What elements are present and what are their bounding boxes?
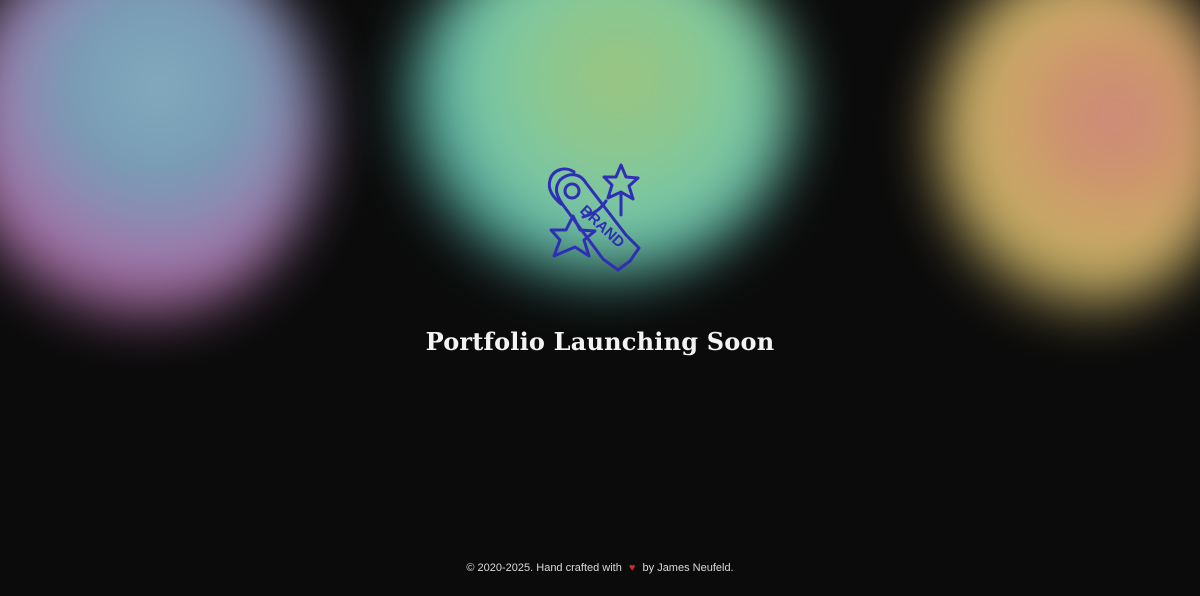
copyright-text: © 2020-2025. Hand crafted with (466, 562, 622, 574)
page-title: Portfolio Launching Soon (425, 327, 775, 356)
hero: BRAND Portfolio Launching Soon (0, 160, 1200, 356)
landing-page: BRAND Portfolio Launching Soon © 2020-20… (0, 0, 1200, 596)
heart-icon: ♥ (628, 562, 636, 574)
brand-tag-with-stars-icon: BRAND (547, 163, 641, 272)
author-text: by James Neufeld. (642, 562, 734, 574)
footer: © 2020-2025. Hand crafted with ♥ by Jame… (0, 562, 1200, 574)
brand-logo-icon: BRAND (538, 160, 662, 292)
